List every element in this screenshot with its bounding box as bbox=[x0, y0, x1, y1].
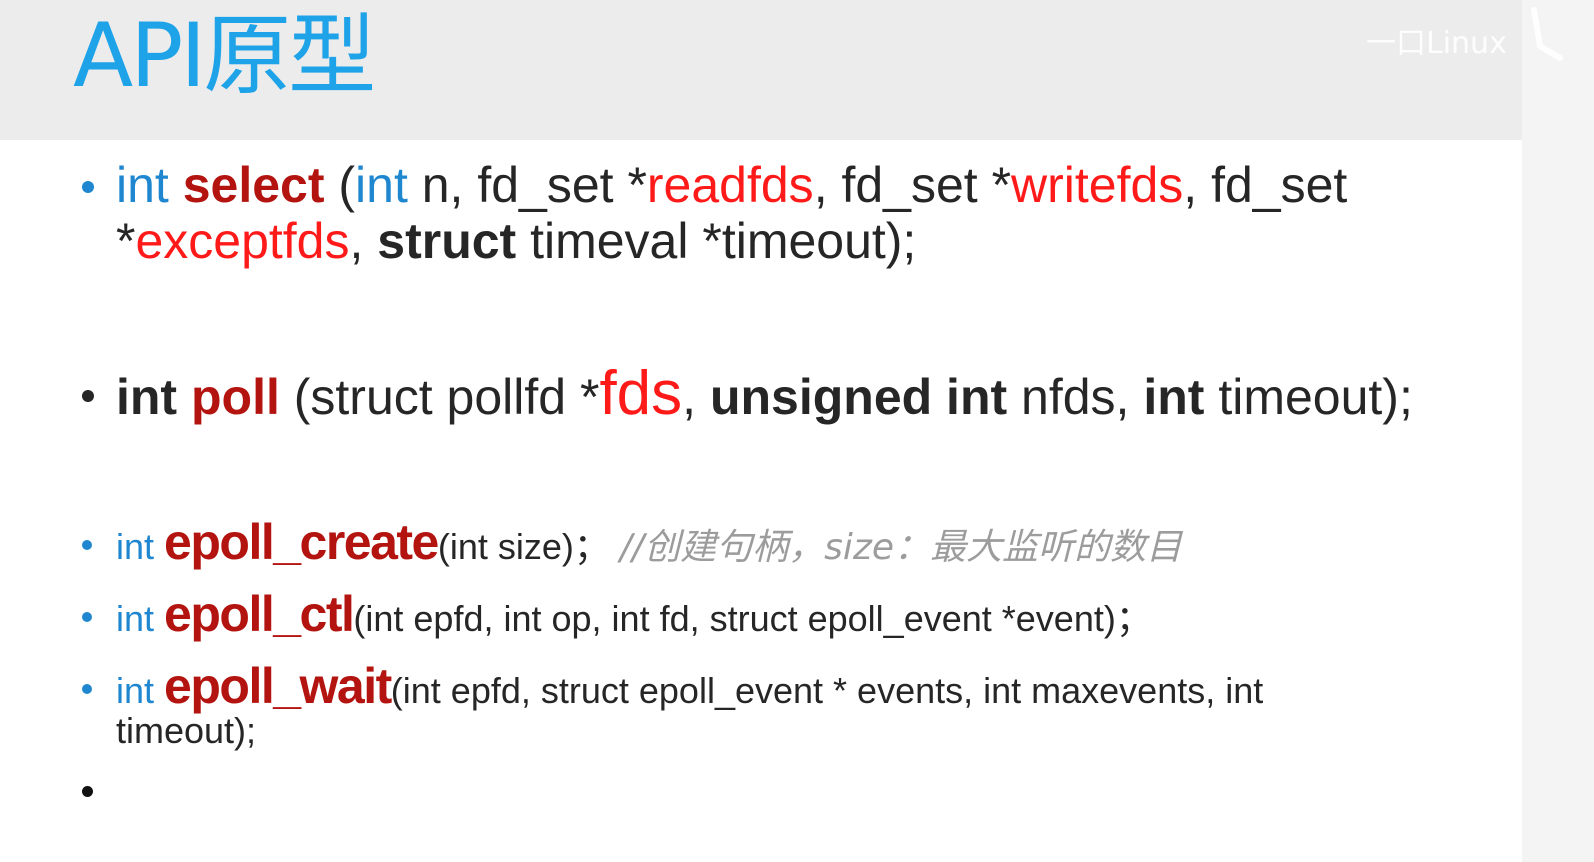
select-param-writefds-type: , fd_set * bbox=[813, 157, 1012, 213]
select-paren: ( bbox=[324, 157, 356, 213]
right-edge-strip bbox=[1522, 0, 1594, 862]
keyword-int: int bbox=[1143, 369, 1205, 425]
bullet-dot bbox=[82, 181, 94, 193]
keyword-int: int bbox=[116, 670, 155, 711]
epoll-ctl-signature: int epoll_ctl(int epfd, int op, int fd, … bbox=[116, 589, 1152, 641]
select-comma: , bbox=[349, 213, 378, 269]
epoll-ctl-params: (int epfd, int op, int fd, struct epoll_… bbox=[353, 598, 1152, 639]
watermark-logo-icon bbox=[1531, 7, 1563, 61]
keyword-int: int bbox=[116, 526, 155, 567]
slide-title: API原型 bbox=[73, 4, 376, 107]
epoll-wait-params-1: (int epfd, struct epoll_event * events, … bbox=[390, 670, 1264, 711]
arg-readfds: readfds bbox=[646, 157, 814, 213]
keyword-int: int bbox=[116, 157, 169, 213]
select-line-2: *exceptfds, struct timeval *timeout); bbox=[116, 213, 1347, 269]
epoll-create-signature: int epoll_create(int size)； //创建句柄，size：… bbox=[116, 517, 1182, 570]
keyword-int: int bbox=[116, 598, 155, 639]
arg-writefds: writefds bbox=[1011, 157, 1184, 213]
epoll-create-params: (int size)； bbox=[437, 526, 610, 567]
poll-param-timeout: timeout); bbox=[1204, 369, 1413, 425]
poll-param-pollfd: (struct pollfd * bbox=[279, 369, 600, 425]
select-param-exceptfds-type: , fd_set bbox=[1183, 157, 1348, 213]
arg-exceptfds: exceptfds bbox=[135, 213, 350, 269]
bullet-dot bbox=[82, 390, 94, 402]
select-signature: int select (int n, fd_set *readfds, fd_s… bbox=[116, 157, 1347, 269]
watermark-text: 一口Linux bbox=[1366, 26, 1507, 61]
function-name-epoll-ctl: epoll_ctl bbox=[164, 586, 355, 642]
function-name-select: select bbox=[182, 157, 325, 213]
poll-line-1: int poll (struct pollfd *fds, unsigned i… bbox=[116, 362, 1413, 429]
poll-comma: , bbox=[682, 369, 710, 425]
poll-signature: int poll (struct pollfd *fds, unsigned i… bbox=[116, 362, 1413, 429]
function-name-poll: poll bbox=[191, 369, 280, 425]
arg-fds: fds bbox=[599, 359, 683, 428]
epoll-create-comment: //创建句柄，size：最大监听的数目 bbox=[619, 527, 1182, 568]
bullet-dot bbox=[82, 786, 93, 797]
function-name-epoll-wait: epoll_wait bbox=[164, 658, 392, 714]
epoll-wait-line-1: int epoll_wait(int epfd, struct epoll_ev… bbox=[116, 661, 1264, 713]
poll-param-nfds: nfds, bbox=[1007, 369, 1144, 425]
keyword-unsigned-int: unsigned int bbox=[709, 369, 1008, 425]
select-line-1: int select (int n, fd_set *readfds, fd_s… bbox=[116, 157, 1347, 213]
epoll-create-line: int epoll_create(int size)； //创建句柄，size：… bbox=[116, 517, 1182, 570]
function-name-epoll-create: epoll_create bbox=[164, 514, 439, 570]
select-param-timeout: timeval *timeout); bbox=[516, 213, 917, 269]
epoll-wait-line-2: timeout); bbox=[116, 710, 257, 751]
epoll-ctl-line: int epoll_ctl(int epfd, int op, int fd, … bbox=[116, 589, 1152, 641]
epoll-wait-signature: int epoll_wait(int epfd, struct epoll_ev… bbox=[116, 661, 1264, 753]
bullet-dot bbox=[82, 612, 92, 622]
keyword-int: int bbox=[355, 157, 408, 213]
keyword-struct: struct bbox=[377, 213, 517, 269]
select-param-n: n, fd_set * bbox=[407, 157, 647, 213]
bullet-dot bbox=[82, 684, 92, 694]
bullet-dot bbox=[82, 540, 92, 550]
keyword-int: int bbox=[116, 369, 178, 425]
select-pointer-star: * bbox=[116, 213, 136, 269]
